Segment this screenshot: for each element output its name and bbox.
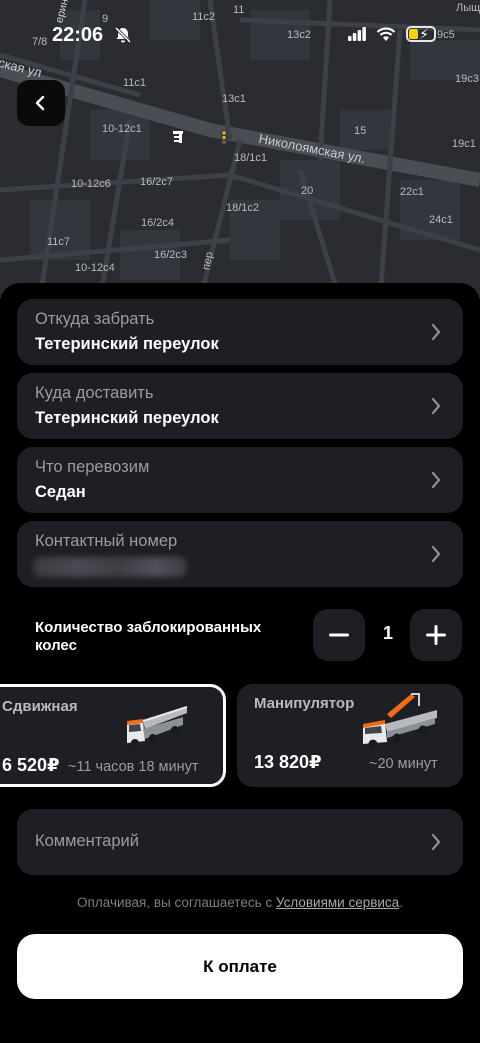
map-label: 10-12c4: [75, 262, 115, 274]
cargo-label: Что перевозим: [35, 458, 150, 476]
cargo-value: Седан: [35, 483, 86, 501]
comment-field[interactable]: Комментарий: [17, 809, 463, 875]
traffic-light-icon: [221, 130, 227, 145]
tariff-card-sliding[interactable]: Сдвижная 6 520₽ ~11 часов 18 минут: [0, 684, 226, 787]
pickup-label: Откуда забрать: [35, 310, 155, 328]
comment-label: Комментарий: [35, 832, 139, 850]
tram-stop-icon: [173, 131, 183, 143]
destination-value: Тетеринский переулок: [35, 409, 219, 427]
map-label: 10-12c6: [71, 178, 111, 190]
map-label: 22c1: [400, 186, 424, 198]
battery-icon: ⚡: [406, 26, 436, 42]
contact-label: Контактный номер: [35, 532, 178, 550]
destination-field[interactable]: Куда доставить Тетеринский переулок: [17, 373, 463, 439]
flatbed-tow-truck-icon: [127, 706, 188, 747]
chevron-right-icon: [431, 545, 441, 563]
map-label: 18/1c1: [234, 152, 268, 164]
back-button[interactable]: [17, 80, 65, 126]
terms-suffix: .: [399, 895, 403, 910]
pay-button[interactable]: К оплате: [17, 934, 463, 999]
contact-value-redacted: [33, 557, 187, 577]
pickup-value: Тетеринский переулок: [35, 335, 219, 353]
chevron-right-icon: [431, 471, 441, 489]
map-label: 19c1: [452, 138, 476, 150]
plus-icon: [426, 625, 446, 645]
tariff-eta: ~20 минут: [369, 756, 438, 772]
blocked-wheels-label: Количество заблокированных колес: [35, 619, 262, 654]
destination-label: Куда доставить: [35, 384, 154, 402]
wifi-icon: [376, 26, 396, 41]
map-label: 18/1c2: [226, 202, 260, 214]
chevron-left-icon: [35, 95, 45, 111]
status-bar: 22:06 ⚡: [0, 0, 480, 64]
map-label: 16/2c7: [140, 176, 174, 188]
tariff-price: 13 820₽: [254, 752, 322, 772]
chevron-right-icon: [431, 833, 441, 851]
order-sheet: Откуда забрать Тетеринский переулок Куда…: [0, 283, 480, 1043]
increment-button[interactable]: [410, 609, 462, 661]
wheels-count: 1: [382, 623, 393, 643]
map-label: 19c3: [455, 73, 479, 85]
map-label: 13c1: [222, 93, 246, 105]
map-label: 20: [301, 185, 314, 197]
contact-field[interactable]: Контактный номер: [17, 521, 463, 587]
map-label: 24c1: [429, 214, 453, 226]
pickup-field[interactable]: Откуда забрать Тетеринский переулок: [17, 299, 463, 365]
minus-icon: [329, 633, 349, 637]
decrement-button[interactable]: [313, 609, 365, 661]
cellular-signal-icon: [348, 27, 366, 41]
status-icons: ⚡: [348, 26, 436, 42]
map-label: 10-12c1: [102, 123, 142, 135]
tariff-card-manipulator[interactable]: Манипулятор 13 820₽ ~20 минут: [237, 684, 463, 787]
tariff-title: Манипулятор: [254, 695, 355, 712]
cargo-field[interactable]: Что перевозим Седан: [17, 447, 463, 513]
chevron-right-icon: [431, 323, 441, 341]
crane-tow-truck-icon: [363, 693, 437, 749]
tariff-price: 6 520₽: [2, 755, 60, 775]
map-label: 15: [354, 125, 367, 137]
map-label: 11c1: [123, 77, 147, 89]
map-label: 11c7: [47, 236, 71, 248]
terms-prefix: Оплачивая, вы соглашаетесь с: [77, 895, 276, 910]
tariff-title: Сдвижная: [2, 698, 78, 715]
chevron-right-icon: [431, 397, 441, 415]
terms-text: Оплачивая, вы соглашаетесь с Условиями с…: [0, 895, 480, 910]
map-label: 16/2c3: [154, 249, 188, 261]
map-label: 16/2c4: [141, 217, 175, 229]
terms-link[interactable]: Условиями сервиса: [276, 895, 399, 910]
tariff-eta: ~11 часов 18 минут: [68, 759, 199, 775]
silent-bell-icon: [114, 26, 132, 44]
status-time: 22:06: [52, 24, 104, 46]
